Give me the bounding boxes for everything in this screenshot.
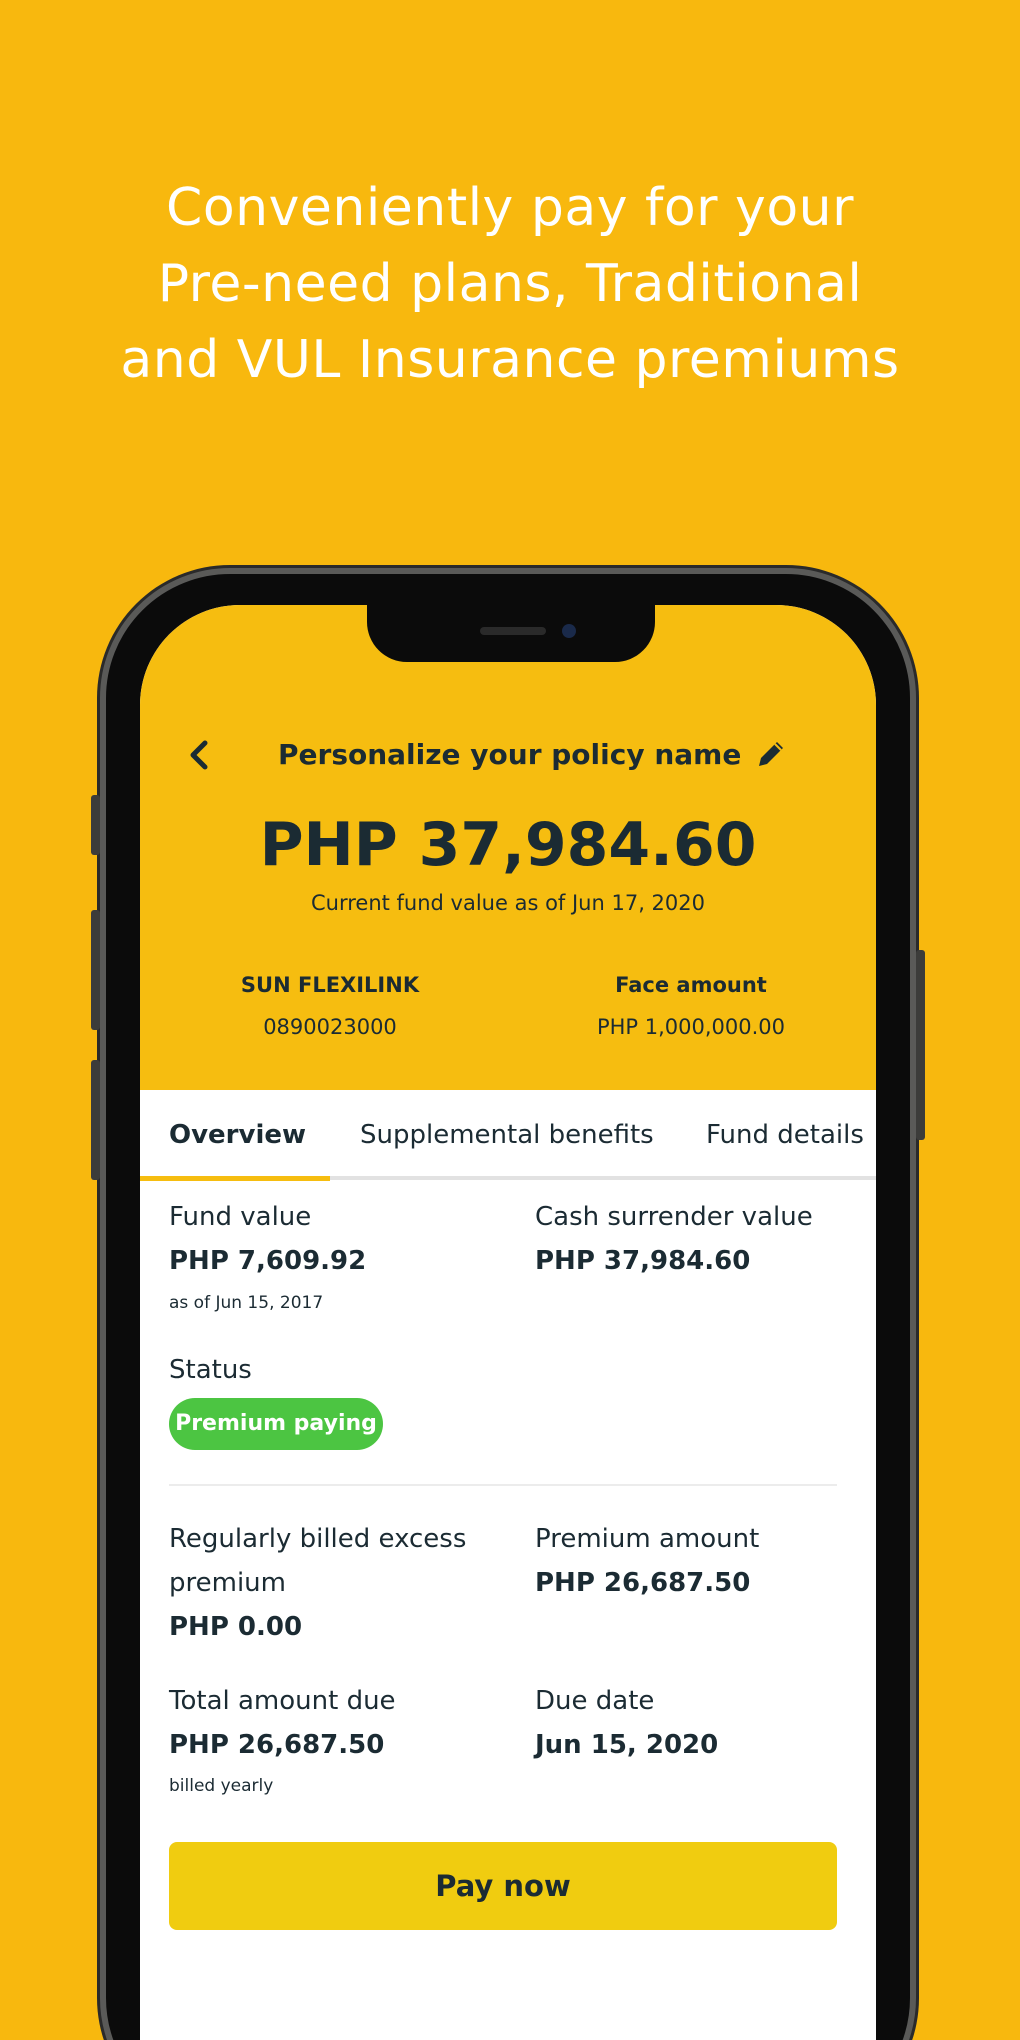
phone-power-button — [916, 950, 925, 1140]
premium-amount-label: Premium amount — [535, 1524, 760, 1554]
chevron-left-icon[interactable] — [185, 735, 211, 775]
app-screen: Personalize your policy name PHP 37,984.… — [140, 605, 876, 2040]
active-tab-indicator — [140, 1176, 330, 1181]
promo-headline: Conveniently pay for your Pre-need plans… — [0, 170, 1020, 398]
due-date-value: Jun 15, 2020 — [535, 1730, 719, 1760]
face-amount-label: Face amount — [615, 973, 767, 997]
policy-name-title[interactable]: Personalize your policy name — [278, 733, 741, 777]
pencil-icon[interactable] — [754, 737, 788, 771]
face-amount-info: Face amount PHP 1,000,000.00 — [531, 967, 851, 1045]
total-due-label: Total amount due — [169, 1686, 396, 1716]
cash-surrender-label: Cash surrender value — [535, 1202, 813, 1232]
status-label: Status — [169, 1355, 252, 1385]
phone-speaker — [480, 627, 546, 635]
tab-overview[interactable]: Overview — [169, 1090, 306, 1180]
excess-premium-value: PHP 0.00 — [169, 1612, 303, 1642]
due-date-label: Due date — [535, 1686, 655, 1716]
section-divider — [169, 1484, 837, 1486]
policy-tabs: Overview Supplemental benefits Fund deta… — [140, 1090, 876, 1181]
cash-surrender-value: PHP 37,984.60 — [535, 1246, 751, 1276]
plan-info: SUN FLEXILINK 0890023000 — [170, 967, 490, 1045]
promo-line-1: Conveniently pay for your — [166, 178, 854, 238]
tab-supplemental-benefits[interactable]: Supplemental benefits — [360, 1090, 654, 1180]
current-fund-value: PHP 37,984.60 — [259, 810, 757, 880]
fund-value-label: Fund value — [169, 1202, 312, 1232]
phone-camera — [562, 624, 576, 638]
total-due-note: billed yearly — [169, 1776, 274, 1796]
status-badge: Premium paying — [169, 1398, 383, 1450]
promo-line-3: and VUL Insurance premiums — [120, 330, 900, 390]
pay-now-button[interactable]: Pay now — [169, 1842, 837, 1930]
promo-line-2: Pre-need plans, Traditional — [157, 254, 863, 314]
premium-amount-value: PHP 26,687.50 — [535, 1568, 751, 1598]
fund-value-note: as of Jun 15, 2017 — [169, 1293, 324, 1313]
phone-volume-down — [91, 1060, 100, 1180]
phone-mute-switch — [91, 795, 100, 855]
fund-value: PHP 7,609.92 — [169, 1246, 367, 1276]
plan-name: SUN FLEXILINK — [240, 973, 420, 997]
face-amount-value: PHP 1,000,000.00 — [596, 1015, 786, 1039]
phone-volume-up — [91, 910, 100, 1030]
excess-premium-label-line2: premium — [169, 1568, 286, 1598]
tab-fund-details[interactable]: Fund details — [706, 1090, 864, 1180]
fund-value-caption: Current fund value as of Jun 17, 2020 — [310, 891, 705, 915]
policy-number: 0890023000 — [263, 1015, 397, 1039]
excess-premium-label-line1: Regularly billed excess — [169, 1524, 467, 1554]
policy-header: Personalize your policy name PHP 37,984.… — [140, 605, 876, 1090]
total-due-value: PHP 26,687.50 — [169, 1730, 385, 1760]
